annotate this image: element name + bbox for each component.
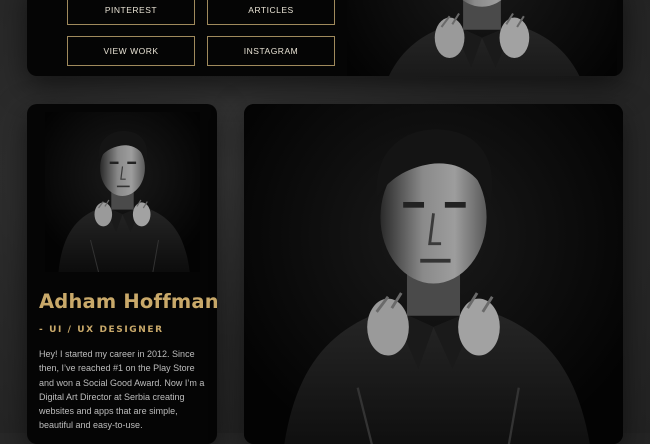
profile-role: - UI / UX DESIGNER [39,325,164,335]
instagram-button[interactable]: INSTAGRAM [207,36,335,66]
pinterest-button[interactable]: PINTEREST [67,0,195,25]
featured-photo-card [244,104,623,444]
articles-button[interactable]: ARTICLES [207,0,335,25]
profile-name: Adham Hoffman [39,290,217,313]
portrait-photo-top [347,0,617,76]
profile-photo [45,112,200,272]
view-work-button[interactable]: VIEW WORK [67,36,195,66]
featured-portrait-photo [244,104,623,444]
social-links-card: PINTEREST ARTICLES VIEW WORK INSTAGRAM [27,0,623,76]
profile-card: Adham Hoffman - UI / UX DESIGNER Hey! I … [27,104,217,444]
profile-bio: Hey! I started my career in 2012. Since … [39,349,205,431]
